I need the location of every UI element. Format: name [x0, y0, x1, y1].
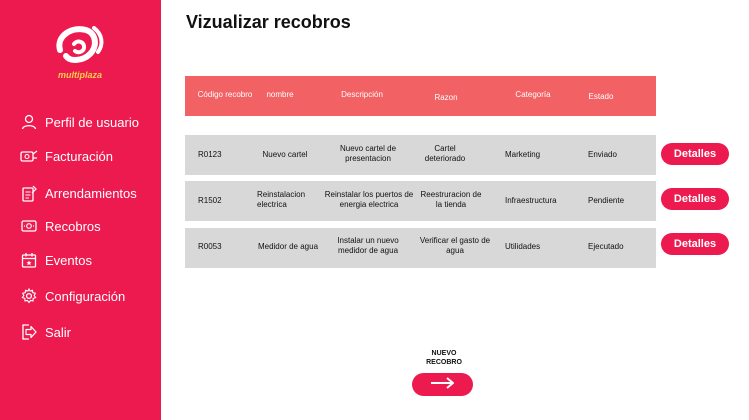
cell-code: R1502: [198, 196, 222, 205]
column-header-category: Categoría: [515, 90, 551, 99]
cell-code: R0053: [198, 242, 222, 251]
arrow-right-icon: [430, 376, 456, 394]
cell-category: Utilidades: [505, 242, 541, 251]
sidebar-item-configuracion[interactable]: Configuración: [20, 285, 125, 307]
sidebar-item-facturacion[interactable]: Facturación: [20, 145, 113, 167]
column-header-code: Código recobro: [197, 90, 253, 99]
sidebar: multiplaza Perfil de usuario Facturación…: [0, 0, 161, 420]
new-recobro-label: NUEVO RECOBRO: [426, 350, 462, 366]
table-header: Código recobro nombre Descripción Razon …: [185, 76, 656, 116]
page-title: Vizualizar recobros: [186, 12, 351, 32]
sidebar-item-label: Salir: [45, 324, 72, 340]
user-icon: [20, 113, 38, 131]
cell-name: Nuevo cartel: [262, 150, 308, 159]
calendar-icon: [20, 251, 38, 269]
cell-status: Pendiente: [588, 196, 625, 205]
sidebar-item-recobros[interactable]: Recobros: [20, 215, 101, 237]
details-button[interactable]: Detalles: [661, 233, 729, 255]
sidebar-item-perfil[interactable]: Perfil de usuario: [20, 111, 139, 133]
cell-status: Ejecutado: [588, 242, 624, 251]
new-recobro-button[interactable]: [412, 373, 473, 396]
column-header-description: Descripción: [341, 90, 383, 99]
sidebar-item-label: Configuración: [45, 288, 126, 304]
column-header-name: nombre: [266, 90, 294, 99]
sidebar-item-arrendamientos[interactable]: Arrendamientos: [20, 182, 137, 204]
details-button[interactable]: Detalles: [661, 143, 729, 165]
cell-description: Instalar un nuevo medidor de agua: [337, 236, 399, 255]
cell-reason: Reestruracion de la tienda: [420, 190, 482, 209]
cell-name: Reinstalacion electrica: [257, 190, 306, 209]
cell-reason: Cartel deteriorado: [424, 144, 466, 163]
sidebar-item-label: Facturación: [45, 148, 113, 164]
sidebar-item-label: Arrendamientos: [45, 185, 137, 201]
billing-icon: [20, 147, 38, 165]
column-header-reason: Razon: [434, 93, 458, 102]
cell-name: Medidor de agua: [257, 242, 319, 251]
cell-reason: Verificar el gasto de agua: [419, 236, 491, 255]
sidebar-item-eventos[interactable]: Eventos: [20, 249, 92, 271]
gear-icon: [20, 287, 38, 305]
cell-description: Nuevo cartel de presentacion: [339, 144, 397, 163]
column-header-status: Estado: [588, 92, 614, 101]
logout-icon: [20, 323, 38, 341]
sidebar-item-label: Perfil de usuario: [45, 114, 139, 130]
table-row: R0123 Nuevo cartel Nuevo cartel de prese…: [185, 135, 656, 175]
app-logo: multiplaza: [50, 22, 110, 84]
recovery-icon: [20, 217, 38, 235]
table-row: R1502 Reinstalacion electrica Reinstalar…: [185, 181, 656, 221]
details-button[interactable]: Detalles: [661, 188, 729, 210]
cell-category: Infraestructura: [505, 196, 557, 205]
cell-status: Enviado: [588, 150, 617, 159]
sidebar-item-label: Eventos: [45, 252, 92, 268]
cell-description: Reinstalar los puertos de energia electr…: [324, 190, 414, 209]
logo-text: multiplaza: [57, 70, 102, 80]
cell-code: R0123: [198, 150, 222, 159]
sidebar-item-salir[interactable]: Salir: [20, 321, 71, 343]
lease-icon: [20, 184, 38, 202]
sidebar-item-label: Recobros: [45, 218, 101, 234]
table-row: R0053 Medidor de agua Instalar un nuevo …: [185, 228, 656, 268]
cell-category: Marketing: [505, 150, 541, 159]
